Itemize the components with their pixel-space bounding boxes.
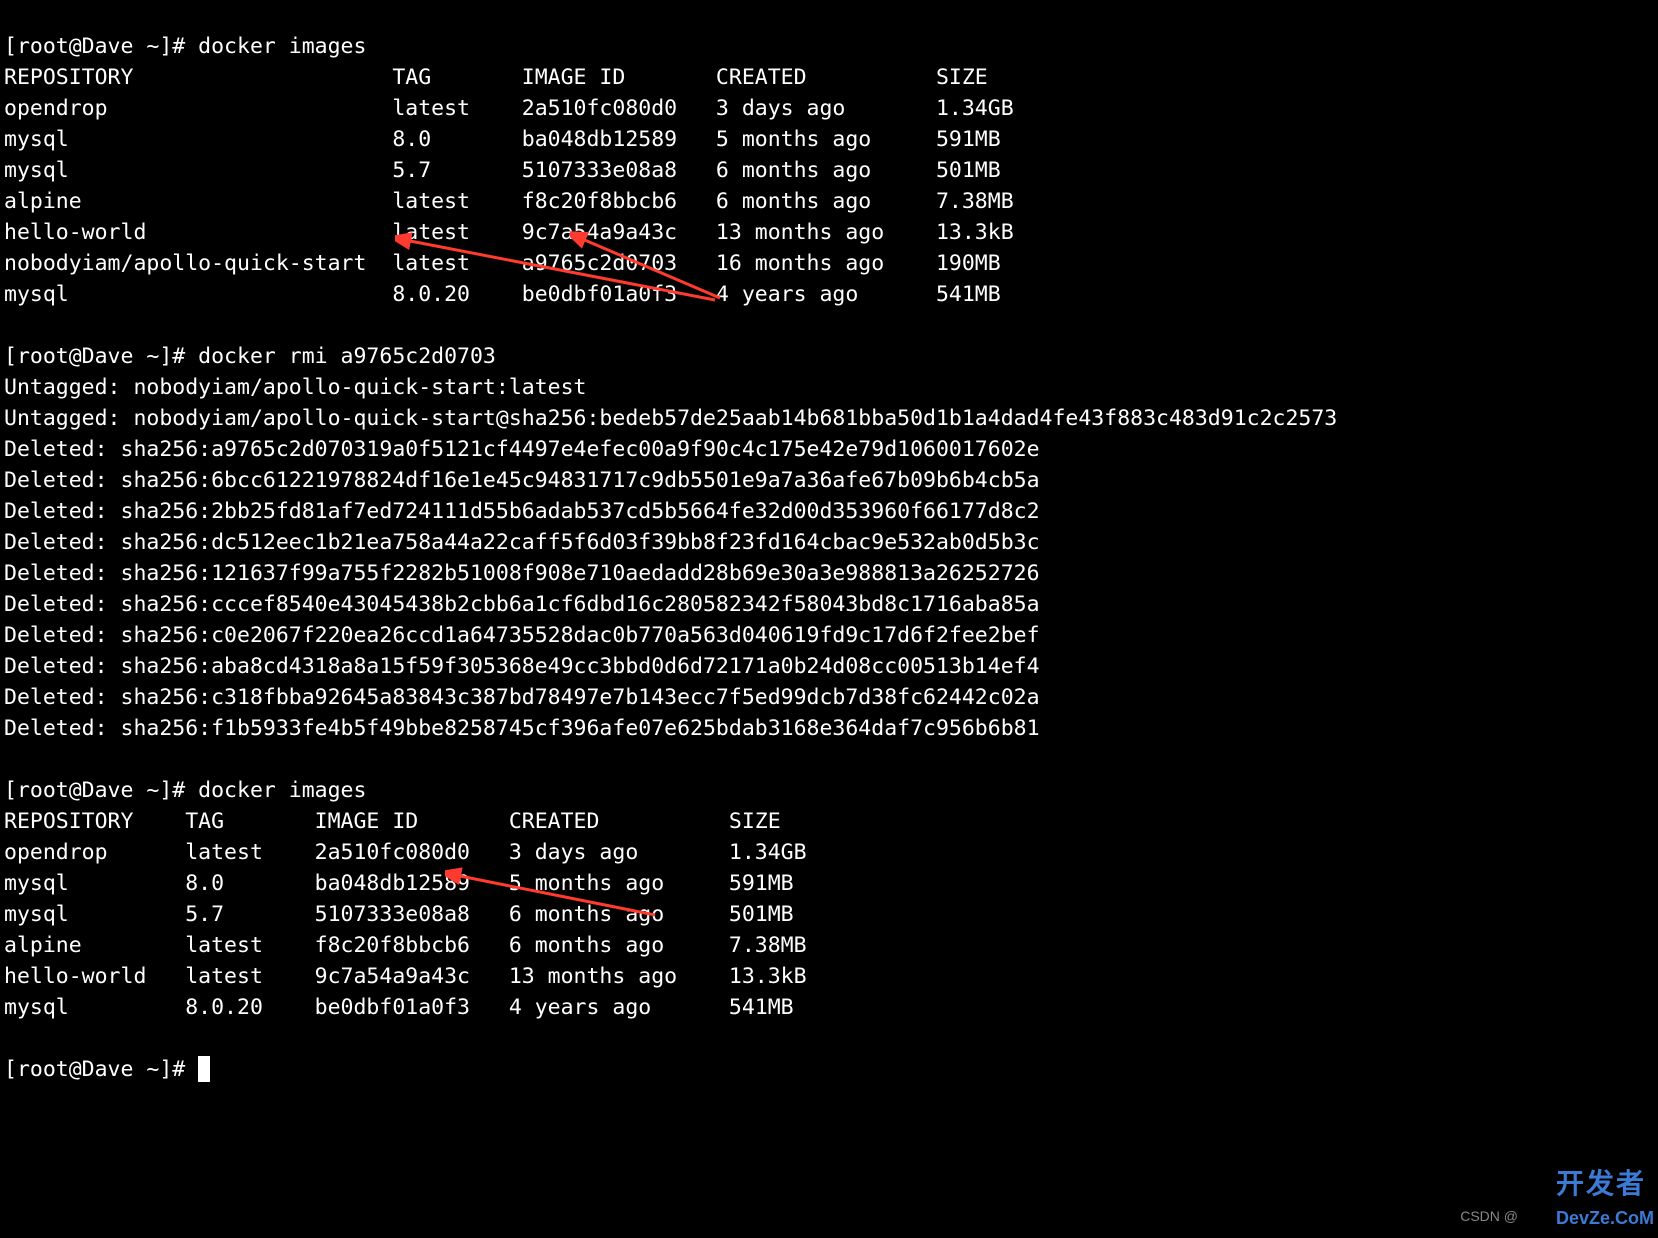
docker-images-table-2: REPOSITORY TAG IMAGE ID CREATED SIZE ope…: [4, 806, 1654, 1023]
docker-images-table-1: REPOSITORY TAG IMAGE ID CREATED SIZE ope…: [4, 62, 1654, 310]
cursor: [198, 1056, 210, 1082]
prompt-line-4: [root@Dave ~]#: [4, 1057, 198, 1082]
prompt-line-2: [root@Dave ~]# docker rmi a9765c2d0703: [4, 344, 496, 369]
prompt-line-1: [root@Dave ~]# docker images: [4, 34, 366, 59]
csdn-watermark: CSDN @: [1460, 1201, 1518, 1232]
devze-watermark: 开发者 DevZe.CoM: [1556, 1168, 1654, 1234]
docker-rmi-output: Untagged: nobodyiam/apollo-quick-start:l…: [4, 372, 1654, 744]
prompt-line-3: [root@Dave ~]# docker images: [4, 778, 366, 803]
terminal[interactable]: [root@Dave ~]# docker images REPOSITORY …: [0, 0, 1658, 1085]
